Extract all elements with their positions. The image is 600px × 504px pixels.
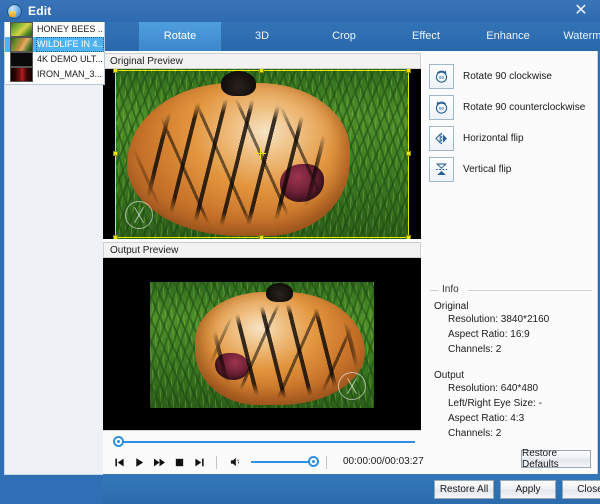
info-original-resolution: Resolution: 3840*2160 <box>448 314 550 325</box>
watermark-icon <box>338 372 366 400</box>
info-output-aspect-ratio: Aspect Ratio: 4:3 <box>448 413 525 424</box>
volume-slider[interactable] <box>251 456 319 467</box>
rotate-cw-row[interactable]: 90 Rotate 90 clockwise <box>429 64 552 89</box>
next-button[interactable] <box>189 453 209 471</box>
info-body: Original Resolution: 3840*2160 Aspect Ra… <box>434 298 592 442</box>
video-thumbnail <box>10 52 33 67</box>
vertical-flip-label: Vertical flip <box>463 164 512 175</box>
crop-handle-bottom-right[interactable] <box>406 235 411 239</box>
play-button[interactable] <box>129 453 149 471</box>
tab-3d[interactable]: 3D <box>221 22 303 51</box>
info-output-heading: Output <box>434 370 465 381</box>
tab-bar: Rotate 3D Crop Effect Enhance Watermark <box>103 22 600 51</box>
stop-button[interactable] <box>169 453 189 471</box>
vertical-flip-row[interactable]: Vertical flip <box>429 157 511 182</box>
list-item-label: HONEY BEES ... <box>37 24 103 34</box>
info-original-heading: Original <box>434 301 469 312</box>
seek-slider[interactable] <box>109 436 415 448</box>
divider <box>326 455 327 469</box>
video-thumbnail <box>10 22 33 37</box>
timecode-display: 00:00:00/00:03:27 <box>343 456 424 467</box>
player-bar: 00:00:00/00:03:27 <box>103 430 424 475</box>
output-preview-video-frame <box>150 282 374 408</box>
crop-handle-top-left[interactable] <box>113 69 118 73</box>
info-original-channels: Channels: 2 <box>448 344 502 355</box>
crop-handle-bottom-left[interactable] <box>113 235 118 239</box>
rotate-cw-90-icon[interactable]: 90 <box>429 64 454 89</box>
seek-track <box>115 441 415 443</box>
apply-button[interactable]: Apply <box>500 480 556 499</box>
info-output-resolution: Resolution: 640*480 <box>448 383 539 394</box>
close-icon[interactable]: ✕ <box>572 2 590 20</box>
volume-handle[interactable] <box>308 456 319 467</box>
window-title: Edit <box>28 4 52 18</box>
video-thumbnail <box>10 37 33 52</box>
watermark-icon <box>125 201 153 229</box>
svg-text:90: 90 <box>439 75 445 80</box>
group-divider <box>468 290 592 291</box>
seek-handle[interactable] <box>113 436 124 447</box>
output-preview-label: Output Preview <box>103 242 421 258</box>
original-preview[interactable] <box>103 69 421 239</box>
volume-icon <box>230 457 239 467</box>
volume-control[interactable] <box>230 453 334 471</box>
list-item[interactable]: 4K DEMO ULT... <box>5 52 104 67</box>
rotate-ccw-90-icon[interactable]: 90 <box>429 95 454 120</box>
transport-controls <box>109 453 224 471</box>
tab-crop[interactable]: Crop <box>303 22 385 51</box>
crop-handle-middle-left[interactable] <box>113 151 118 156</box>
svg-text:90: 90 <box>439 106 445 111</box>
close-button[interactable]: Close <box>562 480 600 499</box>
info-output-channels: Channels: 2 <box>448 428 502 439</box>
horizontal-flip-label: Horizontal flip <box>463 133 524 144</box>
original-preview-label: Original Preview <box>103 53 421 69</box>
info-output-eye-size: Left/Right Eye Size: - <box>448 398 542 409</box>
output-preview[interactable] <box>103 258 421 430</box>
info-group: Info Original Resolution: 3840*2160 Aspe… <box>430 284 592 439</box>
horizontal-flip-row[interactable]: Horizontal flip <box>429 126 524 151</box>
crop-handle-top-right[interactable] <box>406 69 411 73</box>
restore-all-button[interactable]: Restore All <box>434 480 494 499</box>
tab-rotate[interactable]: Rotate <box>139 22 221 51</box>
crop-handle-top-center[interactable] <box>259 69 264 73</box>
center-crosshair-icon <box>255 148 266 159</box>
list-item-label: IRON_MAN_3... <box>37 69 103 79</box>
horizontal-flip-icon[interactable] <box>429 126 454 151</box>
crop-handle-middle-right[interactable] <box>406 151 411 156</box>
video-thumbnail <box>10 67 33 82</box>
file-list[interactable]: HONEY BEES ... WILDLIFE IN 4... 4K DEMO … <box>4 22 105 85</box>
info-original-aspect-ratio: Aspect Ratio: 16:9 <box>448 329 530 340</box>
info-legend: Info <box>438 284 463 295</box>
fast-forward-button[interactable] <box>149 453 169 471</box>
tab-watermark[interactable]: Watermark <box>549 22 600 51</box>
divider <box>216 455 217 469</box>
list-item[interactable]: WILDLIFE IN 4... <box>5 37 104 52</box>
edit-dialog: Edit ✕ HONEY BEES ... WILDLIFE IN 4... 4… <box>0 0 600 504</box>
list-item[interactable]: HONEY BEES ... <box>5 22 104 37</box>
dialog-footer: Restore All Apply Close <box>103 474 600 504</box>
previous-button[interactable] <box>109 453 129 471</box>
list-item[interactable]: IRON_MAN_3... <box>5 67 104 82</box>
tab-enhance[interactable]: Enhance <box>467 22 549 51</box>
vertical-flip-icon[interactable] <box>429 157 454 182</box>
list-item-label: 4K DEMO ULT... <box>37 54 103 64</box>
title-bar: Edit ✕ <box>0 0 600 22</box>
crop-handle-bottom-center[interactable] <box>259 235 264 239</box>
rotate-ccw-90-label: Rotate 90 counterclockwise <box>463 102 586 113</box>
restore-defaults-button[interactable]: Restore Defaults <box>521 448 591 470</box>
list-item-label: WILDLIFE IN 4... <box>36 37 104 52</box>
app-globe-icon <box>7 3 22 19</box>
left-panel-background <box>4 84 105 475</box>
rotate-cw-90-label: Rotate 90 clockwise <box>463 71 552 82</box>
tab-effect[interactable]: Effect <box>385 22 467 51</box>
rotate-ccw-row[interactable]: 90 Rotate 90 counterclockwise <box>429 95 585 120</box>
group-divider <box>430 290 438 291</box>
